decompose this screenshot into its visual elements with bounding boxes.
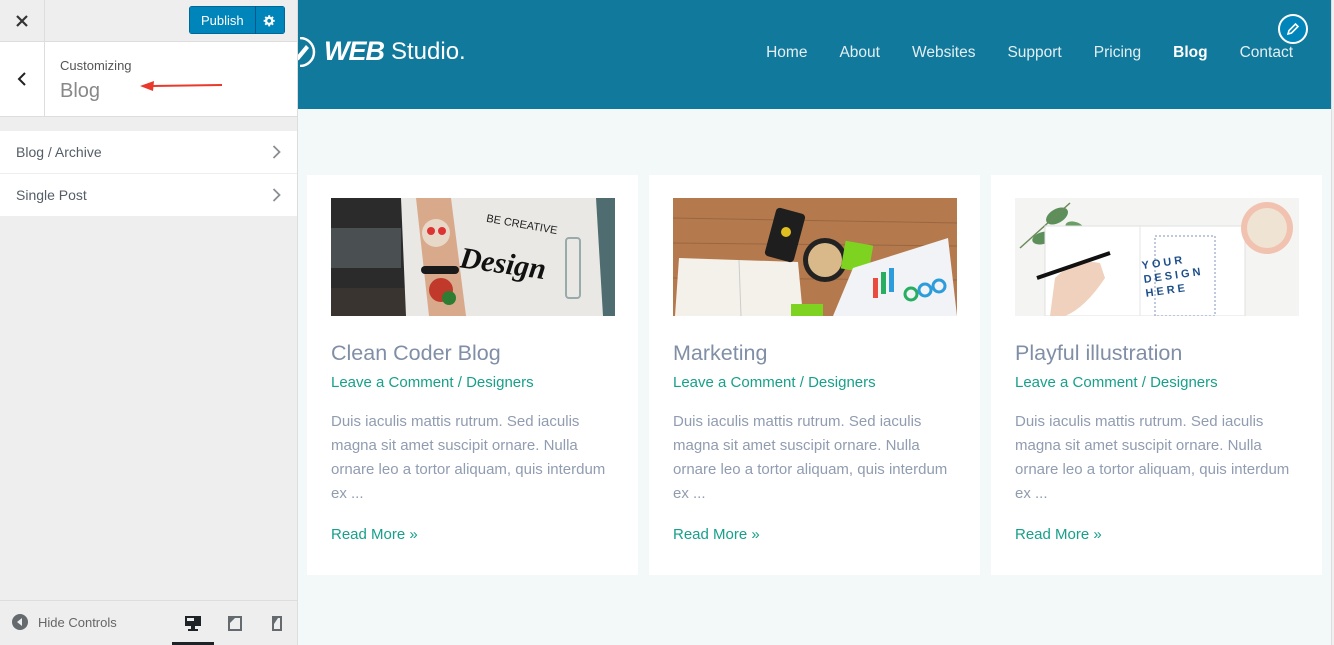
tablet-icon xyxy=(228,616,242,631)
section-label: Blog / Archive xyxy=(16,144,102,160)
post-title[interactable]: Marketing xyxy=(673,341,956,366)
chevron-left-icon xyxy=(17,72,26,86)
customizing-label: Customizing xyxy=(60,58,132,73)
red-arrow-annotation xyxy=(140,81,223,91)
customizer-app: Publish Customizing Blog Blog / Archive … xyxy=(0,0,1334,645)
meta-separator: / xyxy=(795,374,809,391)
section-list: Blog / Archive Single Post xyxy=(0,131,297,217)
post-meta: Leave a Comment / Designers xyxy=(331,374,614,391)
comment-link[interactable]: Leave a Comment xyxy=(331,374,454,391)
desktop-icon xyxy=(185,616,201,631)
pencil-logo-icon xyxy=(298,36,316,67)
site-preview: WEB Studio. Home About Websites Support … xyxy=(298,0,1334,645)
section-single-post[interactable]: Single Post xyxy=(0,174,297,217)
hide-controls-label: Hide Controls xyxy=(38,614,117,630)
gear-icon xyxy=(263,14,275,26)
post-card: BE CREATIVE Design Clean Coder Blog Leav… xyxy=(307,175,638,575)
post-meta: Leave a Comment / Designers xyxy=(1015,374,1298,391)
comment-link[interactable]: Leave a Comment xyxy=(673,374,796,391)
edit-shortcut-button[interactable] xyxy=(1278,14,1308,44)
publish-button[interactable]: Publish xyxy=(189,6,256,34)
nav-support[interactable]: Support xyxy=(1007,44,1061,62)
nav-home[interactable]: Home xyxy=(766,44,807,62)
comment-link[interactable]: Leave a Comment xyxy=(1015,374,1138,391)
post-thumbnail[interactable]: BE CREATIVE Design xyxy=(331,198,615,316)
close-icon xyxy=(16,15,28,27)
primary-nav: Home About Websites Support Pricing Blog… xyxy=(766,44,1293,62)
category-link[interactable]: Designers xyxy=(808,374,876,391)
post-title[interactable]: Clean Coder Blog xyxy=(331,341,614,366)
device-preview-switcher xyxy=(172,601,298,645)
post-thumbnail[interactable]: YOUR DESIGN HERE xyxy=(1015,198,1299,316)
nav-about[interactable]: About xyxy=(839,44,880,62)
chevron-right-icon xyxy=(272,188,281,202)
publish-button-group: Publish xyxy=(189,6,285,34)
read-more-link[interactable]: Read More » xyxy=(1015,526,1102,543)
post-meta: Leave a Comment / Designers xyxy=(673,374,956,391)
customizer-footer: Hide Controls xyxy=(0,600,297,645)
preview-desktop-button[interactable] xyxy=(172,601,214,645)
category-link[interactable]: Designers xyxy=(466,374,534,391)
panel-title: Blog xyxy=(60,80,101,102)
post-excerpt: Duis iaculis mattis rutrum. Sed iaculis … xyxy=(1015,413,1290,502)
read-more-link[interactable]: Read More » xyxy=(673,526,760,543)
meta-separator: / xyxy=(1137,374,1151,391)
category-link[interactable]: Designers xyxy=(1150,374,1218,391)
read-more-link[interactable]: Read More » xyxy=(331,526,418,543)
hide-controls-button[interactable]: Hide Controls xyxy=(12,614,117,630)
pencil-icon xyxy=(1286,22,1300,36)
post-card: YOUR DESIGN HERE Playful illustration Le… xyxy=(991,175,1322,575)
site-logo[interactable]: WEB Studio. xyxy=(298,36,466,67)
mobile-icon xyxy=(272,616,282,631)
post-card: Marketing Leave a Comment / Designers Du… xyxy=(649,175,980,575)
customizer-sidebar: Publish Customizing Blog Blog / Archive … xyxy=(0,0,298,645)
section-label: Single Post xyxy=(16,187,87,203)
close-customizer-button[interactable] xyxy=(0,0,45,42)
nav-contact[interactable]: Contact xyxy=(1240,44,1293,62)
nav-blog[interactable]: Blog xyxy=(1173,44,1207,62)
nav-pricing[interactable]: Pricing xyxy=(1094,44,1141,62)
back-button[interactable] xyxy=(0,42,45,116)
preview-mobile-button[interactable] xyxy=(256,601,298,645)
collapse-left-icon xyxy=(12,614,28,630)
logo-text-light: Studio. xyxy=(391,37,466,65)
meta-separator: / xyxy=(453,374,467,391)
post-excerpt: Duis iaculis mattis rutrum. Sed iaculis … xyxy=(673,413,948,502)
post-title[interactable]: Playful illustration xyxy=(1015,341,1298,366)
logo-text-bold: WEB xyxy=(324,36,385,66)
publish-settings-button[interactable] xyxy=(255,6,285,34)
post-grid: BE CREATIVE Design Clean Coder Blog Leav… xyxy=(307,175,1322,575)
section-blog-archive[interactable]: Blog / Archive xyxy=(0,131,297,174)
preview-tablet-button[interactable] xyxy=(214,601,256,645)
site-header: WEB Studio. Home About Websites Support … xyxy=(298,0,1331,109)
post-excerpt: Duis iaculis mattis rutrum. Sed iaculis … xyxy=(331,413,606,502)
nav-websites[interactable]: Websites xyxy=(912,44,975,62)
post-thumbnail[interactable] xyxy=(673,198,957,316)
chevron-right-icon xyxy=(272,145,281,159)
customizer-header: Publish xyxy=(0,0,297,42)
